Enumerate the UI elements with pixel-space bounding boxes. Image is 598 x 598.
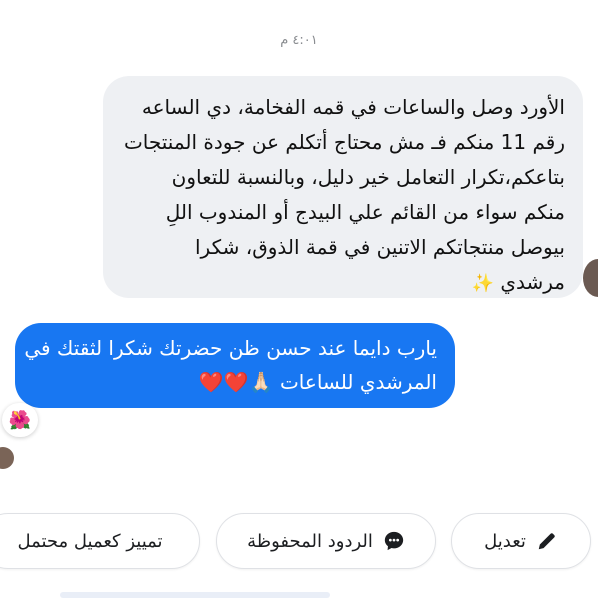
message-line-last: المرشدي للساعات 🙏🏻❤️❤️ xyxy=(33,365,437,399)
message-line: الأورد وصل والساعات في قمه الفخامة، دي ا… xyxy=(141,95,565,119)
mark-potential-customer-button[interactable]: تمييز كعميل محتمل xyxy=(0,513,200,569)
message-timestamp: ٤:٠١ م xyxy=(280,33,318,48)
message-line: منكم سواء من القائم علي البيدج أو المندو… xyxy=(165,200,565,224)
message-line: بيوصل منتجاتكم الاتنين في قمة الذوق، شكر… xyxy=(195,235,565,259)
incoming-message-bubble[interactable]: الأورد وصل والساعات في قمه الفخامة، دي ا… xyxy=(103,76,583,298)
hearts-emoji: 🙏🏻❤️❤️ xyxy=(198,370,274,394)
sender-avatar[interactable] xyxy=(583,259,598,297)
message-reaction[interactable]: 🌺 xyxy=(2,403,38,437)
outgoing-message-bubble[interactable]: يارب دايما عند حسن ظن حضرتك شكرا لثقتك ف… xyxy=(15,323,455,408)
flower-emoji: 🌺 xyxy=(8,409,32,431)
saved-replies-button[interactable]: الردود المحفوظة xyxy=(216,513,436,569)
edit-label: تعديل xyxy=(484,530,526,552)
message-line-last: مرشدي✨ xyxy=(121,265,565,301)
sparkles-emoji: ✨ xyxy=(471,273,495,294)
message-line-text: المرشدي للساعات xyxy=(279,370,437,394)
message-line: بتاعكم،تكرار التعامل خير دليل، وبالنسبة … xyxy=(171,165,565,189)
message-line: يارب دايما عند حسن ظن حضرتك شكرا لثقتك ف… xyxy=(24,336,437,360)
bottom-composer-edge xyxy=(60,592,330,598)
saved-replies-label: الردود المحفوظة xyxy=(247,530,373,552)
message-line-text: مرشدي xyxy=(500,270,565,294)
edit-button[interactable]: تعديل xyxy=(451,513,591,569)
pencil-icon xyxy=(536,530,558,552)
mark-customer-label: تمييز كعميل محتمل xyxy=(17,530,163,552)
chat-bubble-icon xyxy=(383,530,405,552)
message-line: رقم 11 منكم فـ مش محتاج أتكلم عن جودة ال… xyxy=(123,130,565,154)
seen-avatar xyxy=(0,447,14,469)
